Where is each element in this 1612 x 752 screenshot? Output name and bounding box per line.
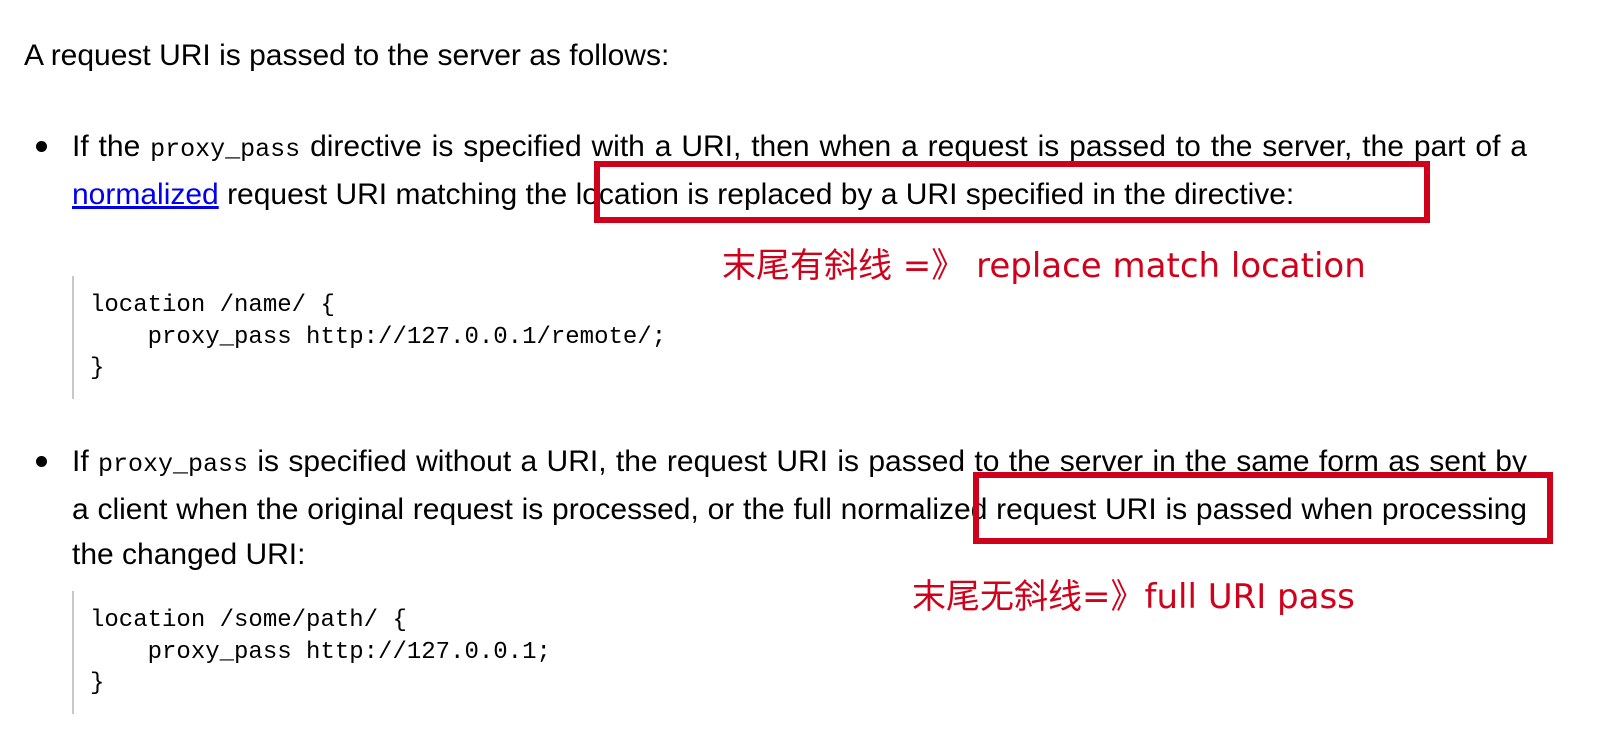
- annotation-note: 末尾有斜线 =》 replace match location: [722, 246, 1366, 286]
- highlight-box: [973, 472, 1553, 544]
- text-segment: If: [72, 445, 99, 478]
- bullet-marker: [36, 456, 47, 467]
- code-block: location /some/path/ { proxy_pass http:/…: [72, 591, 551, 714]
- annotation-note: 末尾无斜线=》full URI pass: [912, 577, 1355, 617]
- intro-paragraph: A request URI is passed to the server as…: [24, 39, 670, 72]
- highlight-box: [594, 161, 1430, 223]
- text-segment: If the: [72, 130, 151, 163]
- bullet-marker: [36, 141, 47, 152]
- inline-code: proxy_pass: [98, 450, 249, 479]
- text-segment: directive is specified with a URI, then …: [300, 130, 1527, 163]
- inline-code: proxy_pass: [150, 135, 301, 164]
- code-block: location /name/ { proxy_pass http://127.…: [72, 276, 666, 399]
- normalized-link[interactable]: normalized: [72, 178, 219, 211]
